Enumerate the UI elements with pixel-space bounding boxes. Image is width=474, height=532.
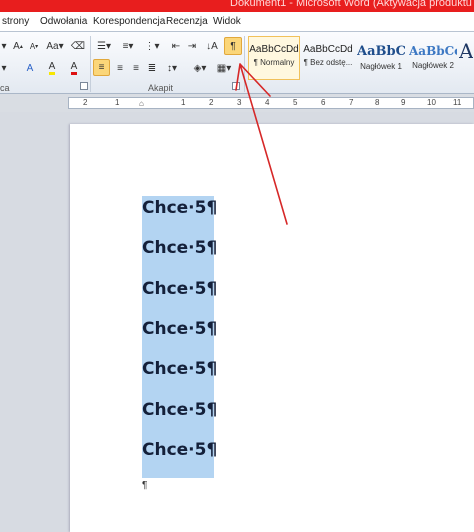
pilcrow-icon: ¶ bbox=[230, 40, 236, 52]
style-name: ¶ Bez odstę... bbox=[303, 58, 353, 67]
ruler-label: 11 bbox=[453, 98, 462, 107]
style-name: Nagłówek 1 bbox=[360, 62, 402, 71]
ruler-label: 9 bbox=[401, 98, 406, 107]
style-sample: A bbox=[459, 39, 473, 63]
style-normal[interactable]: AaBbCcDd ¶ Normalny bbox=[248, 36, 300, 80]
show-formatting-marks-button[interactable]: ¶ bbox=[224, 37, 242, 55]
dropdown-arrow-icon[interactable]: ▾ bbox=[0, 60, 8, 76]
ruler-label: 6 bbox=[321, 98, 326, 107]
ruler-label: 10 bbox=[427, 98, 436, 107]
ruler-label: 2 bbox=[209, 98, 214, 107]
document-page[interactable] bbox=[70, 124, 474, 532]
style-name: Nagłówek 2 bbox=[412, 61, 454, 70]
ruler-label: 1 bbox=[181, 98, 186, 107]
shrink-font-button[interactable]: A ▾ bbox=[26, 38, 42, 54]
align-center-icon[interactable]: ≡ bbox=[112, 60, 128, 76]
tab-view[interactable]: Widok bbox=[213, 16, 241, 27]
dropdown-arrow-icon[interactable]: ▾ bbox=[0, 38, 8, 54]
document-line[interactable]: Chce·5¶ bbox=[142, 198, 217, 218]
highlight-label: A bbox=[48, 61, 56, 75]
styles-gallery: AaBbCcDd ¶ Normalny AaBbCcDd ¶ Bez odstę… bbox=[246, 36, 474, 80]
style-sample: AaBbCcDd bbox=[249, 44, 299, 55]
line-spacing-icon[interactable]: ↕▾ bbox=[162, 60, 182, 76]
multilevel-list-icon[interactable]: ⋮▾ bbox=[142, 38, 162, 54]
style-sample: AaBbCc bbox=[357, 44, 405, 59]
decrease-indent-icon[interactable]: ⇤ bbox=[168, 38, 184, 54]
document-line[interactable]: Chce·5¶ bbox=[142, 238, 217, 258]
style-sample: AaBbCc bbox=[409, 44, 457, 58]
document-line[interactable]: Chce·5¶ bbox=[142, 279, 217, 299]
borders-icon[interactable]: ▦▾ bbox=[214, 60, 234, 76]
end-paragraph-mark: ¶ bbox=[142, 480, 148, 491]
ruler-label: 8 bbox=[375, 98, 380, 107]
tab-review[interactable]: Recenzja bbox=[166, 16, 208, 27]
ruler-label: 4 bbox=[265, 98, 270, 107]
style-name: ¶ Normalny bbox=[253, 58, 295, 67]
style-heading-1[interactable]: AaBbCc Nagłówek 1 bbox=[356, 36, 406, 80]
horizontal-ruler[interactable]: 2 1 ⌂ 1 2 3 4 5 6 7 8 9 10 11 bbox=[68, 97, 474, 109]
document-line[interactable]: Chce·5¶ bbox=[142, 359, 217, 379]
font-group-label: ca bbox=[0, 83, 10, 93]
bullets-icon[interactable]: ☰▾ bbox=[94, 38, 114, 54]
text-effects-icon[interactable]: A bbox=[22, 60, 38, 76]
change-case-button[interactable]: Aa ▾ bbox=[45, 38, 65, 54]
tab-page-layout[interactable]: strony bbox=[2, 16, 29, 27]
style-heading-2[interactable]: AaBbCc Nagłówek 2 bbox=[408, 36, 458, 80]
style-title[interactable]: A bbox=[458, 36, 474, 80]
ruler-label: 7 bbox=[349, 98, 354, 107]
document-line[interactable]: Chce·5¶ bbox=[142, 319, 217, 339]
highlight-button[interactable]: A bbox=[44, 60, 60, 76]
title-bar: Dokument1 - Microsoft Word (Aktywacja pr… bbox=[0, 0, 474, 12]
group-separator bbox=[244, 36, 245, 92]
justify-icon[interactable]: ≣ bbox=[144, 60, 160, 76]
font-dialog-launcher[interactable] bbox=[80, 82, 88, 90]
ribbon-tabs: strony Odwołania Korespondencja Recenzja… bbox=[0, 12, 474, 32]
font-color-label: A bbox=[70, 61, 78, 75]
ruler-label: 1 bbox=[115, 98, 120, 107]
paragraph-dialog-launcher[interactable] bbox=[232, 82, 240, 90]
change-case-label: Aa bbox=[46, 40, 59, 52]
clear-formatting-icon[interactable]: ⌫ bbox=[70, 38, 86, 54]
indent-marker-icon[interactable]: ⌂ bbox=[139, 99, 144, 108]
font-color-button[interactable]: A bbox=[66, 60, 82, 76]
numbering-icon[interactable]: ≡▾ bbox=[118, 38, 138, 54]
document-line[interactable]: Chce·5¶ bbox=[142, 440, 217, 460]
style-sample: AaBbCcDd bbox=[303, 44, 353, 55]
group-separator bbox=[90, 36, 91, 92]
style-no-spacing[interactable]: AaBbCcDd ¶ Bez odstę... bbox=[302, 36, 354, 80]
window-title: Dokument1 - Microsoft Word (Aktywacja pr… bbox=[230, 0, 474, 9]
ruler-label: 2 bbox=[83, 98, 88, 107]
sort-icon[interactable]: ↓A bbox=[204, 38, 220, 54]
document-line[interactable]: Chce·5¶ bbox=[142, 400, 217, 420]
grow-font-label: A bbox=[13, 40, 20, 52]
align-left-button[interactable]: ≡ bbox=[93, 59, 110, 76]
align-right-icon[interactable]: ≡ bbox=[128, 60, 144, 76]
ruler-label: 5 bbox=[293, 98, 298, 107]
grow-font-button[interactable]: A ▴ bbox=[10, 38, 26, 54]
increase-indent-icon[interactable]: ⇥ bbox=[184, 38, 200, 54]
tab-references[interactable]: Odwołania bbox=[40, 16, 87, 27]
tab-mailings[interactable]: Korespondencja bbox=[93, 16, 165, 27]
ruler-label: 3 bbox=[237, 98, 242, 107]
paragraph-group-label: Akapit bbox=[148, 83, 174, 93]
shading-icon[interactable]: ◈▾ bbox=[190, 60, 210, 76]
